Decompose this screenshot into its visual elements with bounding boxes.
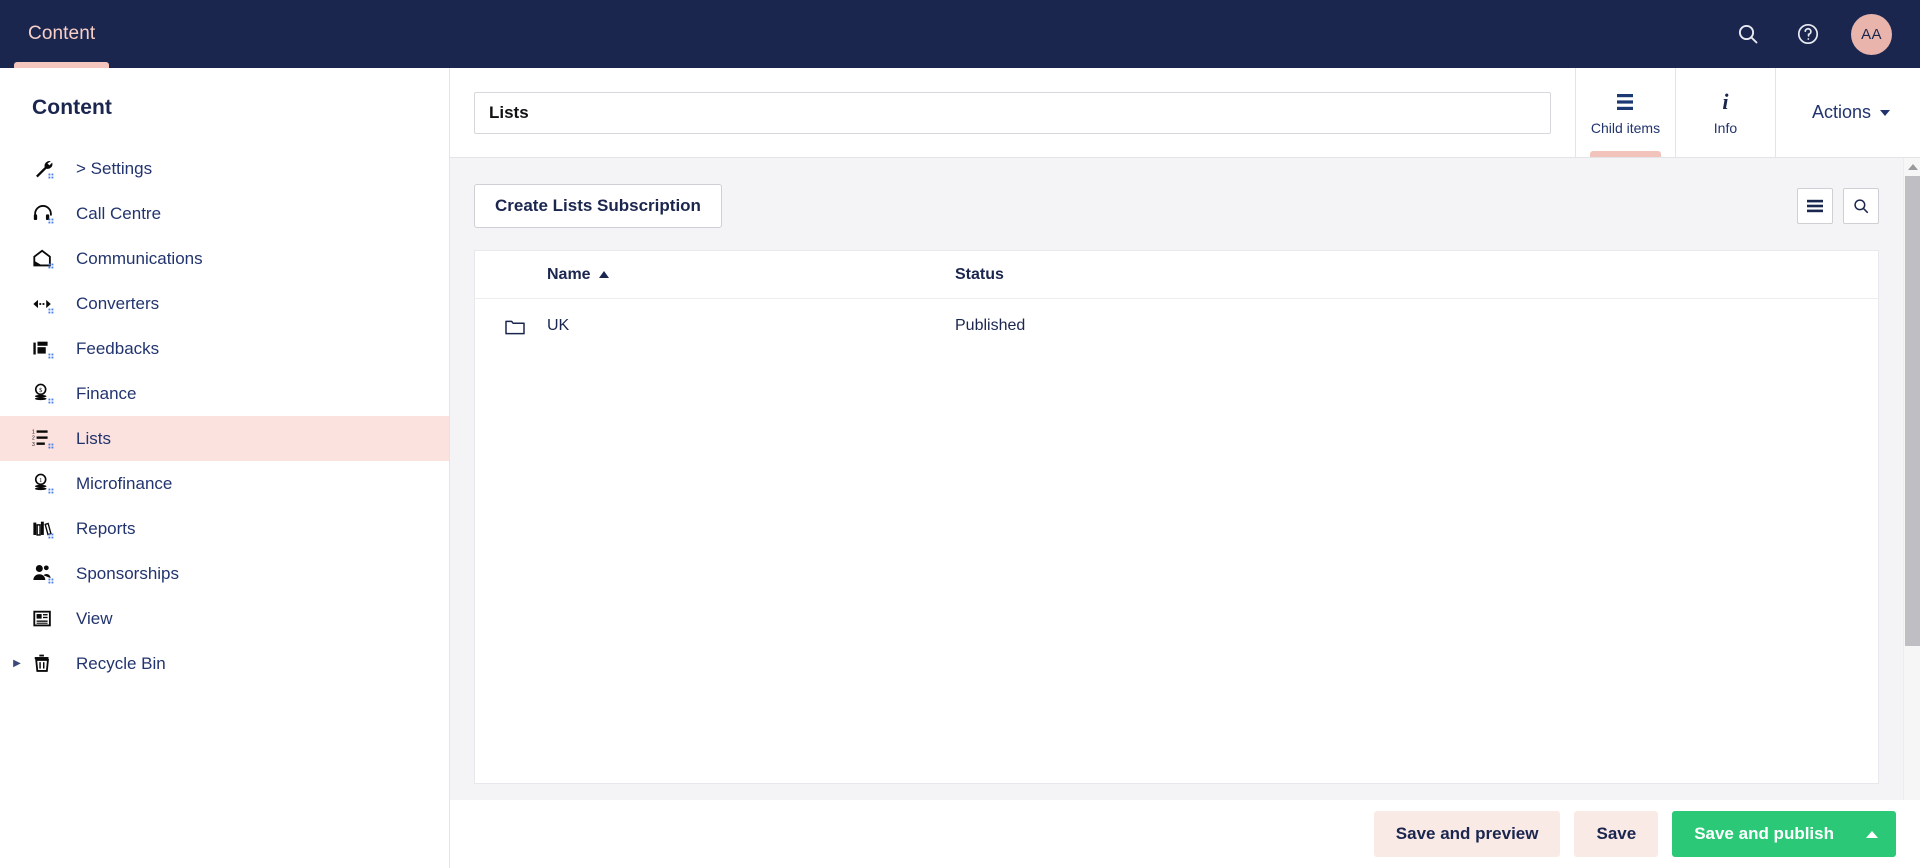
users-icon: [32, 561, 62, 587]
sidebar-item-label: Call Centre: [76, 203, 162, 223]
scroll-up-arrow-icon[interactable]: [1904, 158, 1920, 175]
sidebar-item-label: Microfinance: [76, 473, 173, 493]
svg-text:1: 1: [32, 429, 35, 435]
trash-icon: [32, 651, 62, 677]
footer-sidebar-pad: [0, 800, 450, 868]
sidebar-item-settings[interactable]: > Settings: [0, 146, 449, 191]
tab-label: Info: [1713, 119, 1738, 136]
sidebar-item-converters[interactable]: Converters: [0, 281, 449, 326]
child-items-table: Name Status UK Published: [474, 250, 1879, 784]
sidebar-item-label: Recycle Bin: [76, 653, 166, 673]
child-items-toolbar: Create Lists Subscription: [450, 158, 1903, 250]
tab-child-items[interactable]: Child items: [1574, 68, 1675, 157]
sidebar-item-call-centre[interactable]: Call Centre: [0, 191, 449, 236]
table-cell-status: Published: [955, 317, 1026, 334]
svg-text:1: 1: [39, 477, 42, 484]
tab-active-indicator: [1589, 151, 1661, 157]
sidebar-item-label: Communications: [76, 248, 203, 268]
sidebar-item-label: Lists: [76, 428, 111, 448]
info-italic-icon: i: [1722, 88, 1729, 114]
node-name-input[interactable]: [474, 91, 1551, 134]
top-navbar-tabs: Content: [0, 0, 123, 68]
sidebar: Content > Settings Call Centre Communica…: [0, 68, 450, 868]
headset-icon: [32, 201, 62, 227]
sidebar-item-communications[interactable]: Communications: [0, 236, 449, 281]
list-view-toggle-button[interactable]: [1797, 188, 1833, 224]
sidebar-item-feedbacks[interactable]: Feedbacks: [0, 326, 449, 371]
folder-icon: [505, 318, 547, 335]
table-header-name-label: Name: [547, 265, 591, 283]
svg-text:$: $: [39, 387, 42, 394]
actions-dropdown-button[interactable]: Actions: [1812, 102, 1890, 123]
list-lines-icon: [1614, 90, 1636, 114]
main-content: Child items i Info Actions Create Lists …: [450, 68, 1920, 868]
editor-tabs: Child items i Info: [1574, 68, 1775, 157]
caret-up-icon[interactable]: [1866, 830, 1878, 838]
sidebar-item-sponsorships[interactable]: Sponsorships: [0, 551, 449, 596]
tab-info[interactable]: i Info: [1674, 68, 1775, 157]
scrollbar-thumb[interactable]: [1905, 176, 1920, 646]
sidebar-item-label: Finance: [76, 383, 137, 403]
create-lists-subscription-button[interactable]: Create Lists Subscription: [474, 184, 722, 228]
table-header-row: Name Status: [475, 251, 1878, 299]
feedback-icon: [32, 336, 62, 362]
sort-ascending-icon: [598, 271, 609, 278]
sidebar-item-label: > Settings: [76, 158, 153, 178]
svg-text:2: 2: [32, 435, 35, 441]
sidebar-item-label: View: [76, 608, 113, 628]
top-navbar: Content AA: [0, 0, 1920, 68]
table-header-name[interactable]: Name: [547, 266, 955, 284]
table-cell-name: UK: [547, 317, 570, 334]
sidebar-nav-list: > Settings Call Centre Communications Co…: [0, 146, 449, 686]
table-header-status-label: Status: [955, 265, 1004, 283]
sidebar-item-microfinance[interactable]: 1 Microfinance: [0, 461, 449, 506]
wrench-icon: [32, 156, 62, 182]
avatar-initials: AA: [1861, 25, 1882, 43]
save-and-publish-label: Save and publish: [1694, 824, 1834, 843]
save-and-publish-button[interactable]: Save and publish: [1672, 811, 1896, 857]
sidebar-item-label: Converters: [76, 293, 160, 313]
sidebar-item-reports[interactable]: Reports: [0, 506, 449, 551]
actions-label: Actions: [1811, 102, 1871, 122]
editor-footer: Save and preview Save Save and publish: [450, 800, 1920, 868]
ordered-list-icon: 1 2 3: [32, 426, 62, 452]
help-circle-icon[interactable]: [1791, 17, 1825, 51]
editor-header: Child items i Info Actions: [450, 68, 1920, 158]
sidebar-title: Content: [32, 96, 113, 119]
sidebar-item-view[interactable]: View: [0, 596, 449, 641]
sidebar-item-label: Sponsorships: [76, 563, 180, 583]
books-icon: [32, 516, 62, 542]
svg-text:3: 3: [32, 441, 35, 447]
save-button[interactable]: Save: [1574, 811, 1659, 857]
save-and-preview-button[interactable]: Save and preview: [1373, 811, 1561, 857]
article-icon: [32, 606, 62, 632]
code-arrows-icon: [32, 291, 62, 317]
top-navbar-actions: AA: [1731, 0, 1920, 68]
actions-wrap: Actions: [1774, 68, 1920, 157]
child-items-panel: Create Lists Subscription Name Status UK…: [450, 158, 1920, 868]
top-tab-label: Content: [28, 23, 96, 44]
avatar[interactable]: AA: [1851, 13, 1892, 55]
coin-stack-icon: $: [32, 381, 62, 407]
sidebar-item-label: Feedbacks: [76, 338, 160, 358]
tab-label: Child items: [1590, 119, 1661, 136]
panel-scrollbar[interactable]: [1903, 158, 1920, 868]
envelope-open-icon: [32, 246, 62, 272]
chevron-right-icon[interactable]: ▶: [10, 657, 24, 671]
sidebar-item-finance[interactable]: $ Finance: [0, 371, 449, 416]
chevron-down-icon: [1880, 109, 1890, 116]
table-row[interactable]: UK Published: [475, 299, 1878, 353]
top-tab-content[interactable]: Content: [0, 0, 123, 68]
coin-stack-icon: 1: [32, 471, 62, 497]
search-icon[interactable]: [1731, 17, 1765, 51]
child-items-inner: Create Lists Subscription Name Status UK…: [450, 158, 1903, 868]
sidebar-item-recycle-bin[interactable]: ▶ Recycle Bin: [0, 641, 449, 686]
search-button[interactable]: [1843, 188, 1879, 224]
title-field-wrap: [450, 68, 1575, 157]
sidebar-item-label: Reports: [76, 518, 136, 538]
sidebar-item-lists[interactable]: 1 2 3 Lists: [0, 416, 449, 461]
top-navbar-spacer: [123, 0, 1731, 68]
table-header-status[interactable]: Status: [955, 266, 1878, 284]
